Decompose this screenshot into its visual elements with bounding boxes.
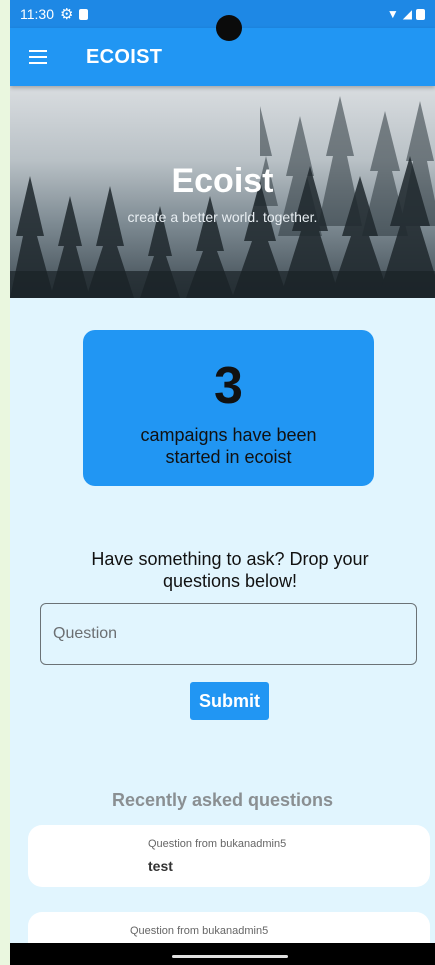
question-author: Question from bukanadmin5: [148, 838, 287, 850]
settings-status-icon: ⚙: [60, 6, 74, 23]
app-screen: 11:30 ⚙ ▼ ◢ ECOIST Ecoist create a bette…: [10, 0, 435, 965]
hero-subtitle: create a better world. together.: [127, 209, 318, 225]
submit-button[interactable]: Submit: [190, 682, 269, 720]
question-text: test: [148, 858, 173, 874]
campaign-count: 3: [214, 357, 243, 415]
status-time: 11:30: [20, 6, 54, 22]
question-input[interactable]: [40, 603, 417, 665]
menu-icon[interactable]: [10, 28, 66, 86]
campaign-stats-card: 3 campaigns have been started in ecoist: [83, 330, 374, 486]
signal-icon: ◢: [402, 7, 412, 21]
question-card[interactable]: Question from bukanadmin5 test: [28, 825, 430, 887]
hero-banner: Ecoist create a better world. together.: [10, 86, 435, 298]
recent-questions-title: Recently asked questions: [111, 790, 334, 810]
navigation-bar: [10, 943, 435, 965]
battery-icon: [416, 8, 425, 20]
ask-prompt: Have something to ask? Drop your questio…: [91, 549, 369, 591]
sd-card-icon: [79, 8, 89, 20]
home-indicator[interactable]: [172, 955, 288, 958]
question-author: Question from bukanadmin5: [130, 925, 269, 937]
camera-cutout: [216, 15, 242, 41]
app-title: ECOIST: [86, 45, 163, 68]
campaign-count-label: campaigns have been started in ecoist: [140, 425, 317, 467]
wifi-icon: ▼: [386, 7, 399, 21]
hero-title: Ecoist: [171, 162, 274, 200]
